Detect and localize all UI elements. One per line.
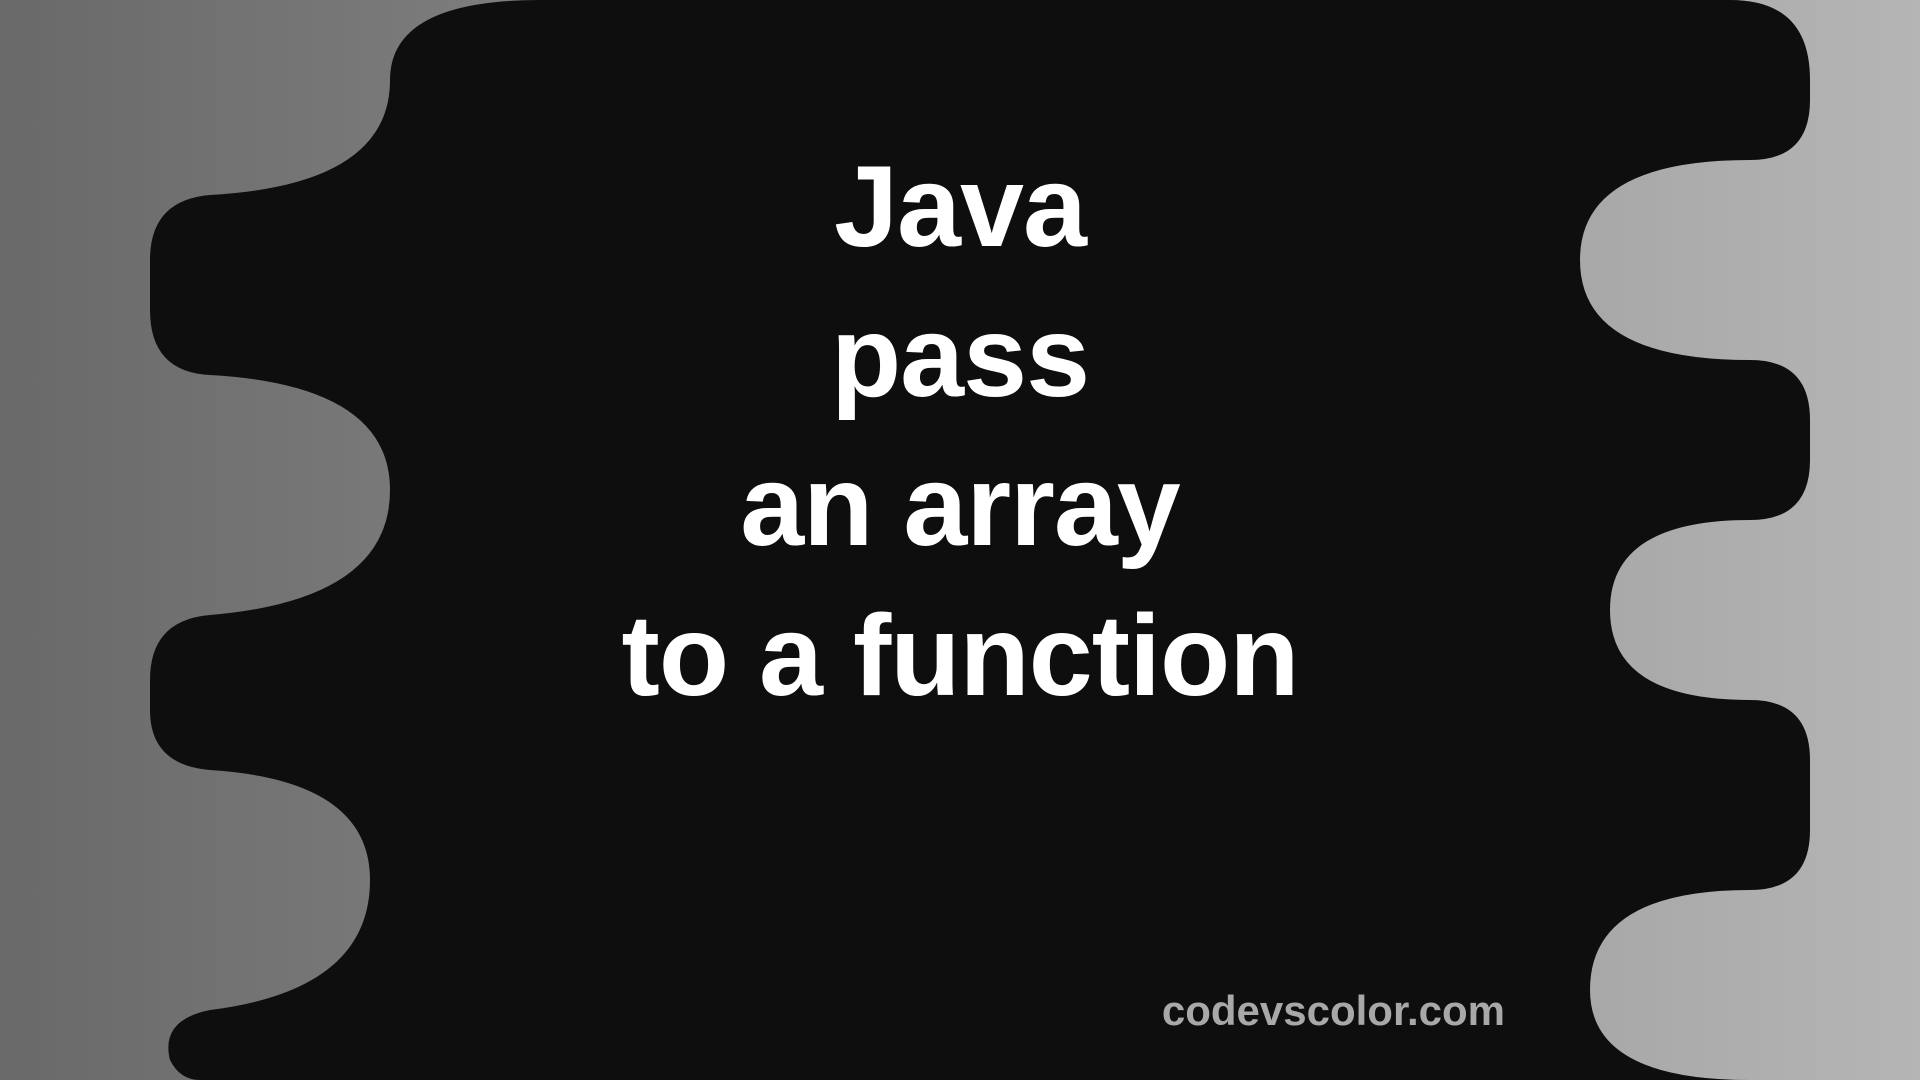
title-line-4: to a function bbox=[0, 582, 1920, 732]
title-line-3: an array bbox=[0, 432, 1920, 582]
title-block: Java pass an array to a function bbox=[0, 133, 1920, 731]
watermark-text: codevscolor.com bbox=[1162, 987, 1505, 1035]
title-line-1: Java bbox=[0, 133, 1920, 283]
graphic-container: Java pass an array to a function codevsc… bbox=[0, 0, 1920, 1080]
title-text: Java pass an array to a function bbox=[0, 133, 1920, 731]
title-line-2: pass bbox=[0, 283, 1920, 433]
